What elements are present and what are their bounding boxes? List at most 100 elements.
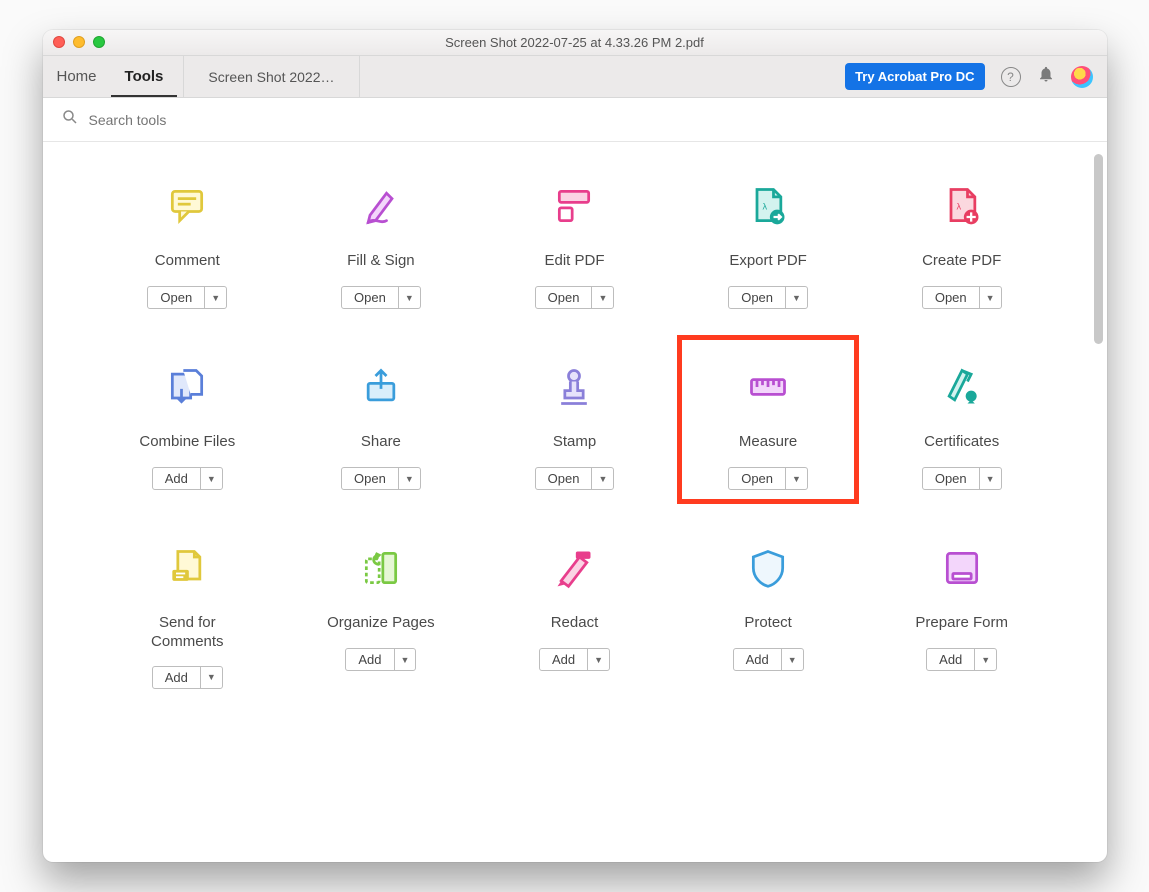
tool-prepareform: Prepare Form Add▼: [865, 540, 1059, 689]
tool-certificates-button[interactable]: Open▼: [922, 467, 1002, 490]
createpdf-icon: λ: [940, 178, 984, 234]
tool-protect: Protect Add▼: [671, 540, 865, 689]
tool-button-label: Open: [342, 468, 399, 489]
tool-label: Edit PDF: [544, 252, 604, 272]
chevron-down-icon[interactable]: ▼: [399, 287, 420, 308]
app-window: Screen Shot 2022-07-25 at 4.33.26 PM 2.p…: [43, 30, 1107, 862]
fillsign-icon: [359, 178, 403, 234]
chevron-down-icon[interactable]: ▼: [786, 468, 807, 489]
tool-button-label: Add: [153, 667, 201, 688]
tool-button-label: Open: [536, 287, 593, 308]
tool-label: Export PDF: [729, 252, 807, 272]
try-acrobat-button[interactable]: Try Acrobat Pro DC: [845, 63, 984, 90]
chevron-down-icon[interactable]: ▼: [205, 287, 226, 308]
tool-fillsign-button[interactable]: Open▼: [341, 286, 421, 309]
tool-label: Fill & Sign: [347, 252, 415, 272]
chevron-down-icon[interactable]: ▼: [786, 287, 807, 308]
chevron-down-icon[interactable]: ▼: [980, 287, 1001, 308]
tool-combine-button[interactable]: Add▼: [152, 467, 223, 490]
notifications-icon[interactable]: [1037, 65, 1055, 88]
stamp-icon: [552, 359, 596, 415]
tool-comment: CommentOpen▼: [91, 178, 285, 309]
tools-grid: CommentOpen▼Fill & SignOpen▼Edit PDFOpen…: [91, 178, 1059, 689]
tool-prepareform-button[interactable]: Add▼: [926, 648, 997, 671]
tool-label: Share: [361, 433, 401, 453]
minimize-window-button[interactable]: [73, 36, 85, 48]
tool-editpdf-button[interactable]: Open▼: [535, 286, 615, 309]
tool-button-label: Open: [342, 287, 399, 308]
tool-label: Prepare Form: [915, 614, 1008, 634]
chevron-down-icon[interactable]: ▼: [201, 667, 222, 688]
tool-organize: Organize PagesAdd▼: [284, 540, 478, 689]
tool-sendcomment-button[interactable]: Add▼: [152, 666, 223, 689]
combine-icon: [165, 359, 209, 415]
svg-text:λ: λ: [956, 202, 961, 212]
close-window-button[interactable]: [53, 36, 65, 48]
chevron-down-icon[interactable]: ▼: [592, 287, 613, 308]
tool-button-label: Open: [148, 287, 205, 308]
search-input[interactable]: [89, 112, 389, 128]
exportpdf-icon: λ: [746, 178, 790, 234]
nav-tools[interactable]: Tools: [111, 56, 178, 97]
window-title: Screen Shot 2022-07-25 at 4.33.26 PM 2.p…: [445, 35, 704, 50]
tool-button-label: Add: [540, 649, 588, 670]
chevron-down-icon[interactable]: ▼: [399, 468, 420, 489]
tool-organize-button[interactable]: Add▼: [345, 648, 416, 671]
chevron-down-icon[interactable]: ▼: [782, 649, 803, 670]
chevron-down-icon[interactable]: ▼: [980, 468, 1001, 489]
tool-label: Protect: [744, 614, 792, 634]
tool-measure-button[interactable]: Open▼: [728, 467, 808, 490]
svg-text:λ: λ: [763, 202, 768, 212]
tool-button-label: Open: [923, 468, 980, 489]
tool-editpdf: Edit PDF Open▼: [478, 178, 672, 309]
tool-redact: Redact Add▼: [478, 540, 672, 689]
tool-comment-button[interactable]: Open▼: [147, 286, 227, 309]
tool-protect-button[interactable]: Add▼: [733, 648, 804, 671]
share-icon: [359, 359, 403, 415]
tool-label: Send forComments: [151, 614, 224, 652]
account-avatar[interactable]: [1071, 66, 1093, 88]
traffic-lights: [53, 36, 105, 48]
tool-redact-button[interactable]: Add▼: [539, 648, 610, 671]
titlebar: Screen Shot 2022-07-25 at 4.33.26 PM 2.p…: [43, 30, 1107, 56]
chevron-down-icon[interactable]: ▼: [588, 649, 609, 670]
tool-button-label: Open: [729, 287, 786, 308]
tool-button-label: Open: [536, 468, 593, 489]
help-icon[interactable]: ?: [1001, 67, 1021, 87]
tool-button-label: Add: [734, 649, 782, 670]
tool-exportpdf: λ Export PDF Open▼: [671, 178, 865, 309]
sendcomment-icon: [165, 540, 209, 596]
scrollbar-thumb[interactable]: [1094, 154, 1103, 344]
tool-fillsign: Fill & Sign Open▼: [284, 178, 478, 309]
tool-button-label: Add: [927, 649, 975, 670]
tool-label: Measure: [739, 433, 797, 453]
tool-exportpdf-button[interactable]: Open▼: [728, 286, 808, 309]
organize-icon: [359, 540, 403, 596]
tool-measure: Measure Open▼: [671, 359, 865, 490]
comment-icon: [165, 178, 209, 234]
nav-home[interactable]: Home: [43, 56, 111, 97]
tool-share: Share Open▼: [284, 359, 478, 490]
tool-stamp-button[interactable]: Open▼: [535, 467, 615, 490]
tool-label: Stamp: [553, 433, 596, 453]
certificates-icon: [940, 359, 984, 415]
redact-icon: [552, 540, 596, 596]
search-bar: [43, 98, 1107, 142]
zoom-window-button[interactable]: [93, 36, 105, 48]
tool-certificates: Certificates Open▼: [865, 359, 1059, 490]
tool-share-button[interactable]: Open▼: [341, 467, 421, 490]
tabbar: Home Tools Screen Shot 2022… Try Acrobat…: [43, 56, 1107, 98]
measure-icon: [746, 359, 790, 415]
document-tab[interactable]: Screen Shot 2022…: [183, 56, 359, 97]
chevron-down-icon[interactable]: ▼: [395, 649, 416, 670]
tool-sendcomment: Send forComments Add▼: [91, 540, 285, 689]
tool-createpdf-button[interactable]: Open▼: [922, 286, 1002, 309]
editpdf-icon: [552, 178, 596, 234]
chevron-down-icon[interactable]: ▼: [201, 468, 222, 489]
tool-label: Certificates: [924, 433, 999, 453]
chevron-down-icon[interactable]: ▼: [975, 649, 996, 670]
tool-createpdf: λCreate PDFOpen▼: [865, 178, 1059, 309]
tool-label: Redact: [551, 614, 599, 634]
tool-stamp: Stamp Open▼: [478, 359, 672, 490]
chevron-down-icon[interactable]: ▼: [592, 468, 613, 489]
